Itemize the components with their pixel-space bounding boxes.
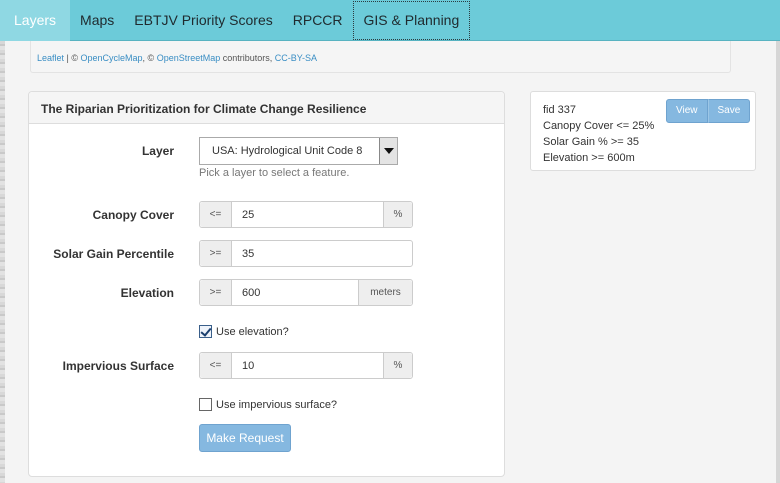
impervious-operator: <= [200,353,232,378]
attribution-separator: , © [142,53,157,63]
opencyclemap-link[interactable]: OpenCycleMap [81,53,143,63]
summary-fid: fid 337 [543,104,577,116]
top-navbar: Layers Maps EBTJV Priority Scores RPCCR … [0,0,780,41]
solar-gain-label: Solar Gain Percentile [53,247,174,261]
impervious-surface-label: Impervious Surface [62,359,174,373]
nav-tab-maps[interactable]: Maps [70,0,124,41]
nav-tab-rpccr[interactable]: RPCCR [283,0,353,41]
map-edge-right [776,41,780,483]
canopy-unit: % [383,202,412,227]
summary-solar: Solar Gain % >= 35 [543,136,640,148]
elevation-unit: meters [358,280,412,305]
result-summary-card: fid 337 Canopy Cover <= 25% Solar Gain %… [530,91,756,171]
layer-label: Layer [141,144,174,158]
attribution-contributors: contributors, [220,53,275,63]
elevation-input[interactable]: 600 [232,280,358,305]
save-button[interactable]: Save [707,99,751,123]
nav-tab-layers[interactable]: Layers [0,0,71,41]
elevation-label: Elevation [120,286,174,300]
panel-title: The Riparian Prioritization for Climate … [29,92,504,124]
nav-tab-ebtjv-priority-scores[interactable]: EBTJV Priority Scores [124,0,282,41]
solar-operator: >= [200,241,232,266]
openstreetmap-link[interactable]: OpenStreetMap [157,53,221,63]
impervious-input-group: <= 10 % [199,352,413,379]
impervious-unit: % [383,353,412,378]
use-elevation-label: Use elevation? [216,325,289,338]
license-link[interactable]: CC-BY-SA [275,53,317,63]
use-elevation-checkbox[interactable] [199,325,212,338]
map-attribution: Leaflet | © OpenCycleMap, © OpenStreetMa… [30,41,731,73]
summary-canopy: Canopy Cover <= 25% [543,120,655,132]
use-elevation-checkbox-row: Use elevation? [199,325,289,338]
summary-elevation: Elevation >= 600m [543,152,635,164]
rpccr-form-panel: The Riparian Prioritization for Climate … [28,91,505,477]
canopy-cover-input-group: <= 25 % [199,201,413,228]
summary-actions: View Save [666,99,751,123]
solar-gain-input[interactable]: 35 [232,241,412,266]
solar-gain-input-group: >= 35 [199,240,413,267]
layer-select-value: USA: Hydrological Unit Code 8 [212,145,363,157]
canopy-operator: <= [200,202,232,227]
view-button[interactable]: View [666,99,708,123]
canopy-cover-input[interactable]: 25 [232,202,383,227]
use-impervious-label: Use impervious surface? [216,398,338,411]
summary-lines: fid 337 Canopy Cover <= 25% Solar Gain %… [543,102,654,166]
chevron-down-icon [384,148,394,154]
elevation-input-group: >= 600 meters [199,279,413,306]
use-impervious-checkbox[interactable] [199,398,212,411]
leaflet-link[interactable]: Leaflet [37,53,64,63]
dropdown-button[interactable] [379,138,397,164]
canopy-cover-label: Canopy Cover [92,208,174,222]
use-impervious-checkbox-row: Use impervious surface? [199,398,337,411]
layer-select[interactable]: USA: Hydrological Unit Code 8 [199,137,398,165]
attribution-separator: | © [64,53,81,63]
impervious-surface-input[interactable]: 10 [232,353,383,378]
elevation-operator: >= [200,280,232,305]
make-request-button[interactable]: Make Request [199,424,291,452]
layer-help-text: Pick a layer to select a feature. [199,167,350,179]
nav-tab-gis-planning[interactable]: GIS & Planning [352,1,471,40]
